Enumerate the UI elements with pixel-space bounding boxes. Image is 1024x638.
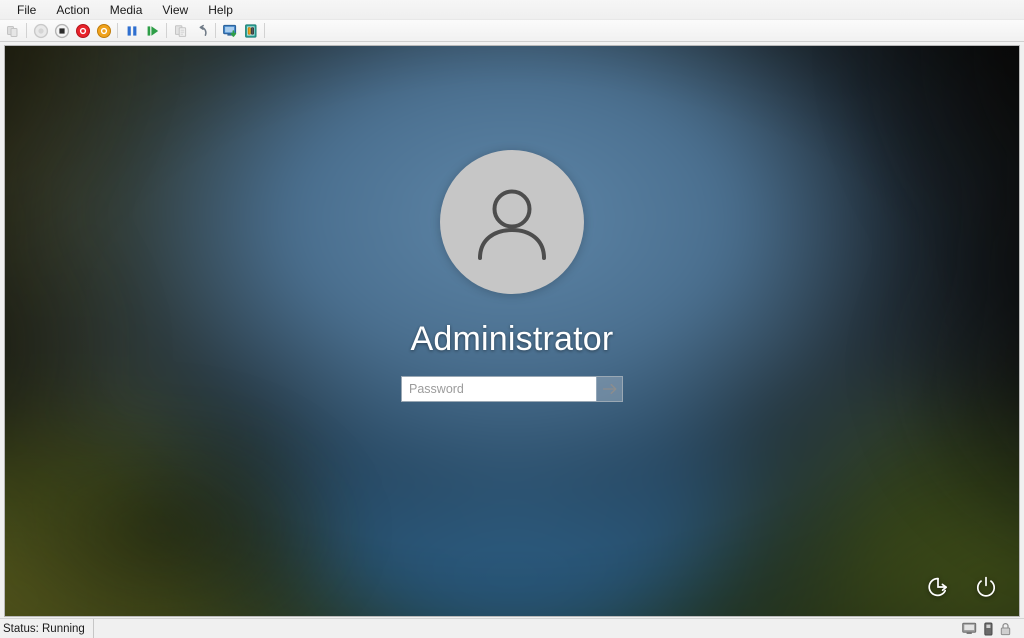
turn-off-icon[interactable] [52,21,71,40]
toolbar-separator [117,23,118,38]
lock-icon[interactable] [1000,622,1011,636]
menu-bar: File Action Media View Help [0,0,1024,20]
usb-icon[interactable] [984,622,993,636]
menu-file[interactable]: File [7,1,46,19]
user-avatar-icon [440,150,584,294]
display-icon[interactable] [962,622,977,635]
toolbar-separator [26,23,27,38]
status-bar-icons [962,622,1024,636]
password-row [401,376,623,402]
enhanced-session-icon[interactable] [220,21,239,40]
toolbar-separator [215,23,216,38]
lock-screen-bottom-icons [923,572,1001,602]
pause-icon[interactable] [122,21,141,40]
start-icon [31,21,50,40]
username-label: Administrator [410,320,614,358]
ease-of-access-icon[interactable] [923,572,953,602]
password-input[interactable] [402,377,596,401]
resume-icon[interactable] [143,21,162,40]
status-bar: Status: Running [0,618,1024,638]
login-panel: Administrator [5,150,1019,402]
revert-icon[interactable] [192,21,211,40]
menu-media[interactable]: Media [100,1,153,19]
windows-lock-screen: Administrator [5,46,1019,616]
settings-icon[interactable] [241,21,260,40]
toolbar-separator [264,23,265,38]
shut-down-icon[interactable] [73,21,92,40]
vm-connection-window: File Action Media View Help Administrato… [0,0,1024,638]
status-text: Status: Running [0,619,94,638]
menu-help[interactable]: Help [198,1,243,19]
checkpoint-icon [171,21,190,40]
toolbar-separator [166,23,167,38]
menu-view[interactable]: View [152,1,198,19]
toolbar [0,20,1024,42]
save-state-icon[interactable] [94,21,113,40]
password-submit-button[interactable] [596,377,622,401]
menu-action[interactable]: Action [46,1,99,19]
ctrl-alt-del-icon [3,21,22,40]
power-icon[interactable] [971,572,1001,602]
guest-screen-frame: Administrator [4,45,1020,617]
